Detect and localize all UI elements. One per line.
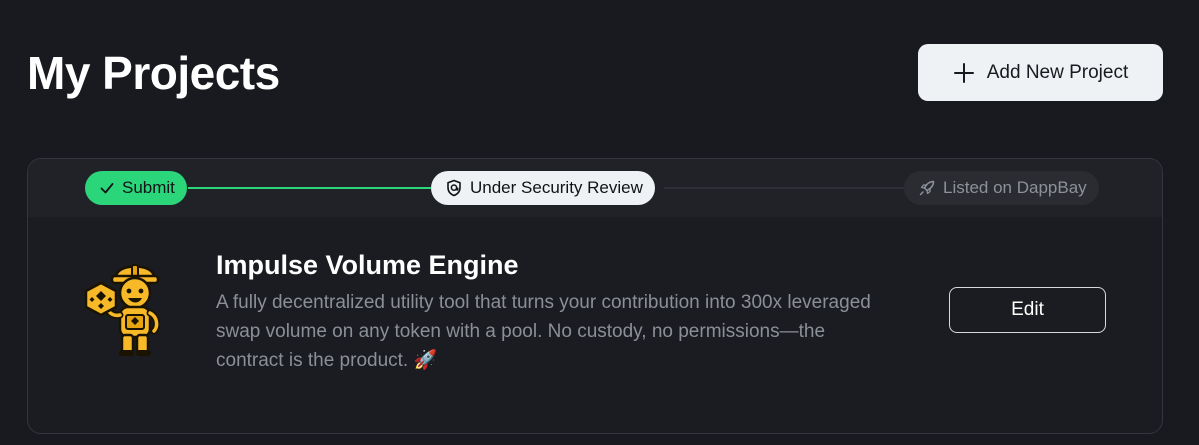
plus-icon xyxy=(953,62,975,84)
page-title: My Projects xyxy=(27,47,280,99)
project-card: Submit Under Security Review Listed on D… xyxy=(27,158,1163,434)
step-listed-label: Listed on DappBay xyxy=(943,178,1087,197)
rocket-icon xyxy=(918,179,936,197)
step-listed-on-dappbay: Listed on DappBay xyxy=(904,171,1099,205)
add-new-project-button[interactable]: Add New Project xyxy=(918,44,1163,101)
step-submit-label: Submit xyxy=(122,178,175,197)
review-progress-tracker: Submit Under Security Review Listed on D… xyxy=(28,159,1162,217)
shield-icon xyxy=(445,179,463,197)
step-review-label: Under Security Review xyxy=(470,178,643,197)
progress-line-complete xyxy=(188,187,434,189)
progress-line-pending xyxy=(664,187,908,189)
add-new-project-label: Add New Project xyxy=(986,61,1129,83)
my-projects-page: My Projects Add New Project Submit Under… xyxy=(0,0,1199,445)
builder-mascot-icon xyxy=(84,259,168,359)
step-submit: Submit xyxy=(85,171,187,205)
step-under-security-review: Under Security Review xyxy=(431,171,655,205)
edit-project-button[interactable]: Edit xyxy=(949,287,1106,333)
check-icon xyxy=(99,180,115,196)
project-description: A fully decentralized utility tool that … xyxy=(216,292,871,371)
project-title: Impulse Volume Engine xyxy=(216,250,519,280)
